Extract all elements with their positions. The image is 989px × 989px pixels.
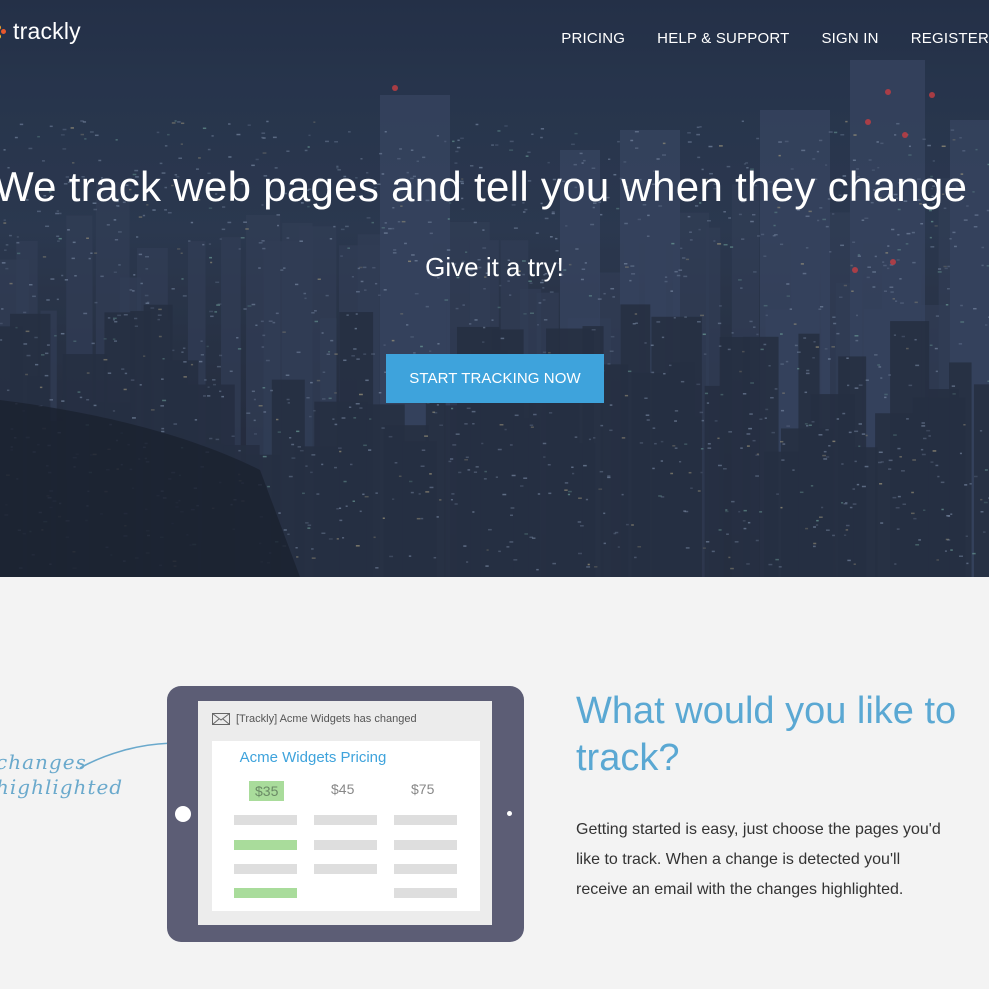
placeholder-bar: [314, 815, 377, 825]
nav-sign-in[interactable]: SIGN IN: [821, 30, 878, 47]
brand-name: trackly: [13, 18, 81, 44]
tablet-illustration: [Trackly] Acme Widgets has changed Acme …: [167, 686, 524, 942]
email-subject: [Trackly] Acme Widgets has changed: [236, 713, 417, 725]
start-tracking-button[interactable]: START TRACKING NOW: [386, 354, 604, 403]
tablet-screen: [Trackly] Acme Widgets has changed Acme …: [198, 701, 492, 925]
price-item: $45: [331, 781, 355, 797]
nav-register[interactable]: REGISTER: [911, 30, 989, 47]
placeholder-bar: [234, 815, 297, 825]
top-nav: PRICING HELP & SUPPORT SIGN IN REGISTER: [529, 30, 989, 47]
hero-subheadline: Give it a try!: [425, 252, 564, 282]
placeholder-bar: [394, 888, 457, 898]
placeholder-bar: [394, 815, 457, 825]
placeholder-bar: [234, 864, 297, 874]
highlighted-bar: [234, 888, 297, 898]
trackly-logo[interactable]: trackly: [0, 18, 81, 45]
placeholder-bar: [314, 840, 377, 850]
placeholder-bar: [394, 864, 457, 874]
tablet-camera-dot: [507, 811, 512, 816]
logo-dots-icon: [0, 21, 8, 43]
feature-title: What would you like to track?: [576, 690, 957, 779]
highlighted-bar: [234, 840, 297, 850]
card-title: Acme Widgets Pricing: [239, 749, 387, 766]
feature-description: Getting started is easy, just choose the…: [576, 821, 941, 898]
price-highlighted: $35: [249, 781, 285, 801]
price-item: $75: [411, 781, 435, 797]
hero-section: trackly PRICING HELP & SUPPORT SIGN IN R…: [0, 0, 989, 577]
placeholder-bar: [394, 840, 457, 850]
nav-pricing[interactable]: PRICING: [561, 30, 625, 47]
tablet-home-button: [175, 806, 191, 822]
hero-headline: We track web pages and tell you when the…: [0, 163, 968, 210]
email-header: [Trackly] Acme Widgets has changed: [212, 713, 417, 725]
placeholder-bar: [314, 864, 377, 874]
email-card: Acme Widgets Pricing $35 $45 $75: [212, 741, 480, 911]
envelope-icon: [212, 713, 230, 725]
nav-help-support[interactable]: HELP & SUPPORT: [657, 30, 789, 47]
